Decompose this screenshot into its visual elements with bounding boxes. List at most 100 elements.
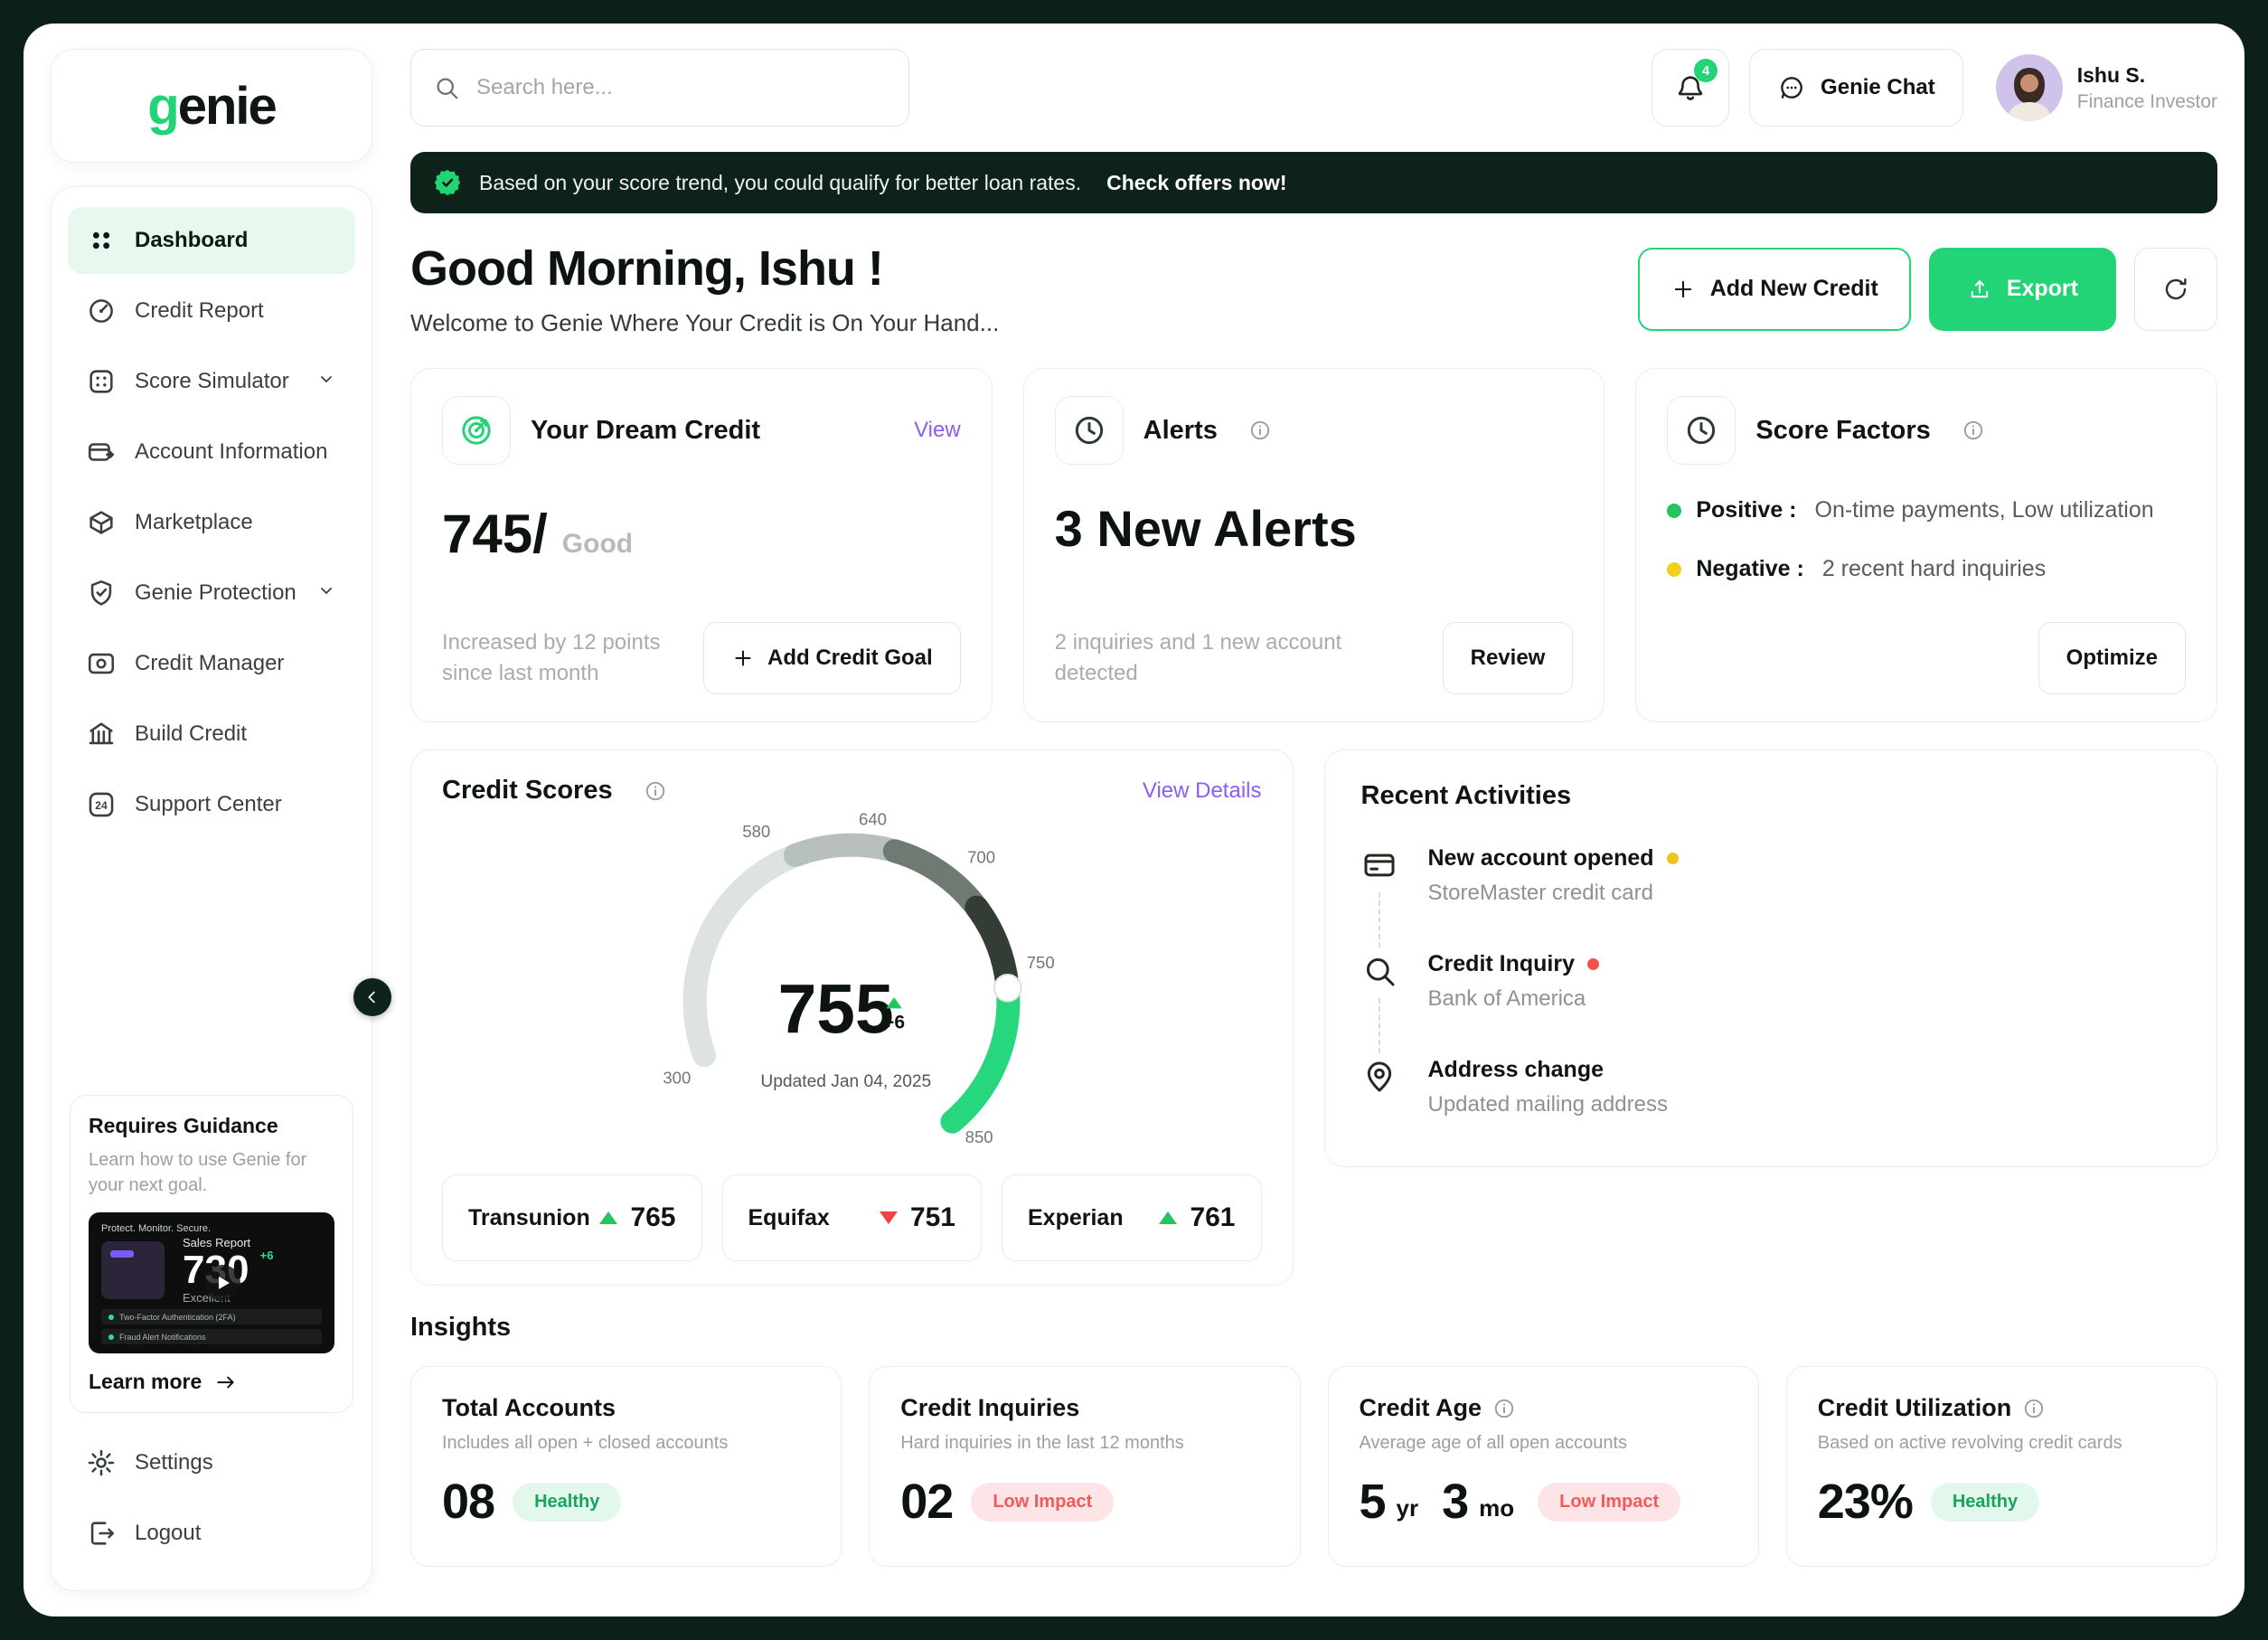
score-factors-title: Score Factors	[1755, 416, 1930, 446]
add-new-credit-button[interactable]: Add New Credit	[1638, 248, 1911, 331]
alerts-title: Alerts	[1143, 416, 1218, 446]
search-input[interactable]	[475, 74, 887, 101]
export-button[interactable]: Export	[1929, 248, 2116, 331]
bureau-scores-row: Transunion 765 Equifax 751 Experian 761	[442, 1174, 1262, 1261]
sidebar-item-label: Account Information	[135, 439, 327, 465]
sidebar-item-logout[interactable]: Logout	[68, 1500, 355, 1567]
info-icon[interactable]	[1492, 1397, 1516, 1420]
gauge-marker-dot	[994, 975, 1021, 1002]
credit-age-card: Credit Age Average age of all open accou…	[1328, 1366, 1759, 1567]
negative-dot	[1667, 562, 1681, 577]
dream-credit-title: Your Dream Credit	[531, 416, 760, 446]
alerts-headline: 3 New Alerts	[1055, 499, 1574, 558]
sidebar-item-label: Settings	[135, 1450, 213, 1475]
info-icon[interactable]	[1962, 419, 1985, 442]
view-details-link[interactable]: View Details	[1143, 778, 1262, 804]
sidebar-item-support-center[interactable]: 24 Support Center	[68, 771, 355, 838]
sidebar-item-marketplace[interactable]: Marketplace	[68, 489, 355, 556]
gauge-segment-2	[795, 845, 889, 855]
score-factors-header: Score Factors	[1667, 396, 2186, 465]
page-title: Good Morning, Ishu !	[410, 240, 999, 297]
search-box	[410, 49, 909, 127]
info-icon[interactable]	[644, 779, 667, 803]
profile-menu[interactable]: Ishu S. Finance Investor	[1996, 54, 2217, 121]
brand-logo-rest: enie	[178, 77, 276, 136]
score-factors-iconbox	[1667, 396, 1736, 465]
bureau-experian: Experian 761	[1002, 1174, 1262, 1261]
add-credit-goal-label: Add Credit Goal	[767, 646, 933, 671]
dream-score-value: 745/	[442, 503, 548, 565]
gauge-tick-640: 640	[859, 809, 887, 828]
negative-text: 2 recent hard inquiries	[1822, 556, 2046, 582]
offer-badge-icon	[432, 167, 463, 198]
banner-cta[interactable]: Check offers now!	[1106, 171, 1286, 195]
trend-down-icon	[880, 1211, 898, 1224]
topbar: 4 Genie Chat Ishu S. Finance Investor	[410, 49, 2217, 127]
activity-text: New account opened StoreMaster credit ca…	[1428, 845, 1679, 906]
genie-chat-button[interactable]: Genie Chat	[1749, 49, 1963, 127]
arrow-right-icon	[214, 1371, 238, 1394]
optimize-button[interactable]: Optimize	[2038, 622, 2186, 694]
dream-credit-header: Your Dream Credit View	[442, 396, 961, 465]
guidance-text: Learn how to use Genie for your next goa…	[89, 1147, 334, 1198]
dream-credit-view-link[interactable]: View	[914, 418, 961, 443]
trend-up-icon	[1159, 1211, 1177, 1224]
plus-icon	[731, 646, 755, 670]
clock-icon	[1071, 412, 1107, 448]
activity-item: New account opened StoreMaster credit ca…	[1361, 845, 2181, 951]
alerts-card: Alerts 3 New Alerts 2 inquiries and 1 ne…	[1023, 368, 1605, 722]
magnifier-icon	[1361, 951, 1403, 1012]
activity-item: Credit Inquiry Bank of America	[1361, 951, 2181, 1057]
positive-dot	[1667, 504, 1681, 518]
bureau-value: 765	[630, 1202, 675, 1233]
guidance-title: Requires Guidance	[89, 1114, 334, 1138]
sidebar-item-label: Marketplace	[135, 510, 253, 535]
sidebar-collapse-button[interactable]	[353, 978, 391, 1016]
review-label: Review	[1471, 646, 1546, 671]
sidebar-item-score-simulator[interactable]: Score Simulator	[68, 348, 355, 415]
insights-row: Total Accounts Includes all open + close…	[410, 1366, 2217, 1567]
activity-subtitle: Bank of America	[1428, 986, 1600, 1012]
guidance-video-thumb[interactable]: Protect. Monitor. Secure. Sales Report 7…	[89, 1212, 334, 1353]
sidebar-item-label: Logout	[135, 1521, 201, 1546]
insight-title: Credit Inquiries	[900, 1394, 1268, 1422]
user-name: Ishu S.	[2077, 63, 2217, 88]
gauge-delta-value: +6	[883, 1013, 905, 1033]
insight-subtitle: Based on active revolving credit cards	[1818, 1433, 2186, 1454]
credit-age-years: 5	[1360, 1474, 1386, 1530]
dashboard-icon	[86, 225, 117, 256]
sidebar-item-genie-protection[interactable]: Genie Protection	[68, 560, 355, 627]
sidebar-item-label: Score Simulator	[135, 369, 289, 394]
brand-logo-g: g	[147, 77, 177, 136]
credit-age-months: 3	[1442, 1474, 1468, 1530]
thumb-score-delta: +6	[260, 1249, 274, 1262]
sidebar-item-settings[interactable]: Settings	[68, 1429, 355, 1496]
gauge-score-value: 755	[778, 972, 894, 1049]
sidebar-item-account-information[interactable]: Account Information	[68, 419, 355, 485]
score-gauge-svg: 300 580 640 700 750 850 755 +6 Updated J…	[616, 809, 1087, 1167]
logout-icon	[86, 1518, 117, 1549]
info-icon[interactable]	[2022, 1397, 2046, 1420]
status-dot-warning	[1667, 853, 1679, 864]
export-label: Export	[2007, 276, 2078, 302]
sidebar-item-label: Build Credit	[135, 721, 247, 747]
notifications-button[interactable]: 4	[1652, 49, 1729, 127]
gauge-tick-700: 700	[967, 847, 995, 866]
info-icon[interactable]	[1248, 419, 1272, 442]
credit-scores-header: Credit Scores View Details	[442, 776, 1262, 806]
activity-title: New account opened	[1428, 845, 1679, 872]
sidebar-item-dashboard[interactable]: Dashboard	[68, 207, 355, 274]
positive-label: Positive :	[1696, 497, 1796, 523]
sidebar-item-credit-manager[interactable]: Credit Manager	[68, 630, 355, 697]
refresh-button[interactable]	[2134, 248, 2217, 331]
play-button[interactable]	[204, 1265, 240, 1301]
add-credit-goal-button[interactable]: Add Credit Goal	[703, 622, 961, 694]
score-factors-footer: Optimize	[1667, 622, 2186, 694]
review-button[interactable]: Review	[1443, 622, 1574, 694]
account-information-icon	[86, 437, 117, 467]
middle-row: Credit Scores View Details 300	[410, 749, 2217, 1286]
learn-more-link[interactable]: Learn more	[89, 1370, 334, 1394]
sidebar-item-credit-report[interactable]: Credit Report	[68, 278, 355, 344]
negative-label: Negative :	[1696, 556, 1803, 582]
sidebar-item-build-credit[interactable]: Build Credit	[68, 701, 355, 768]
